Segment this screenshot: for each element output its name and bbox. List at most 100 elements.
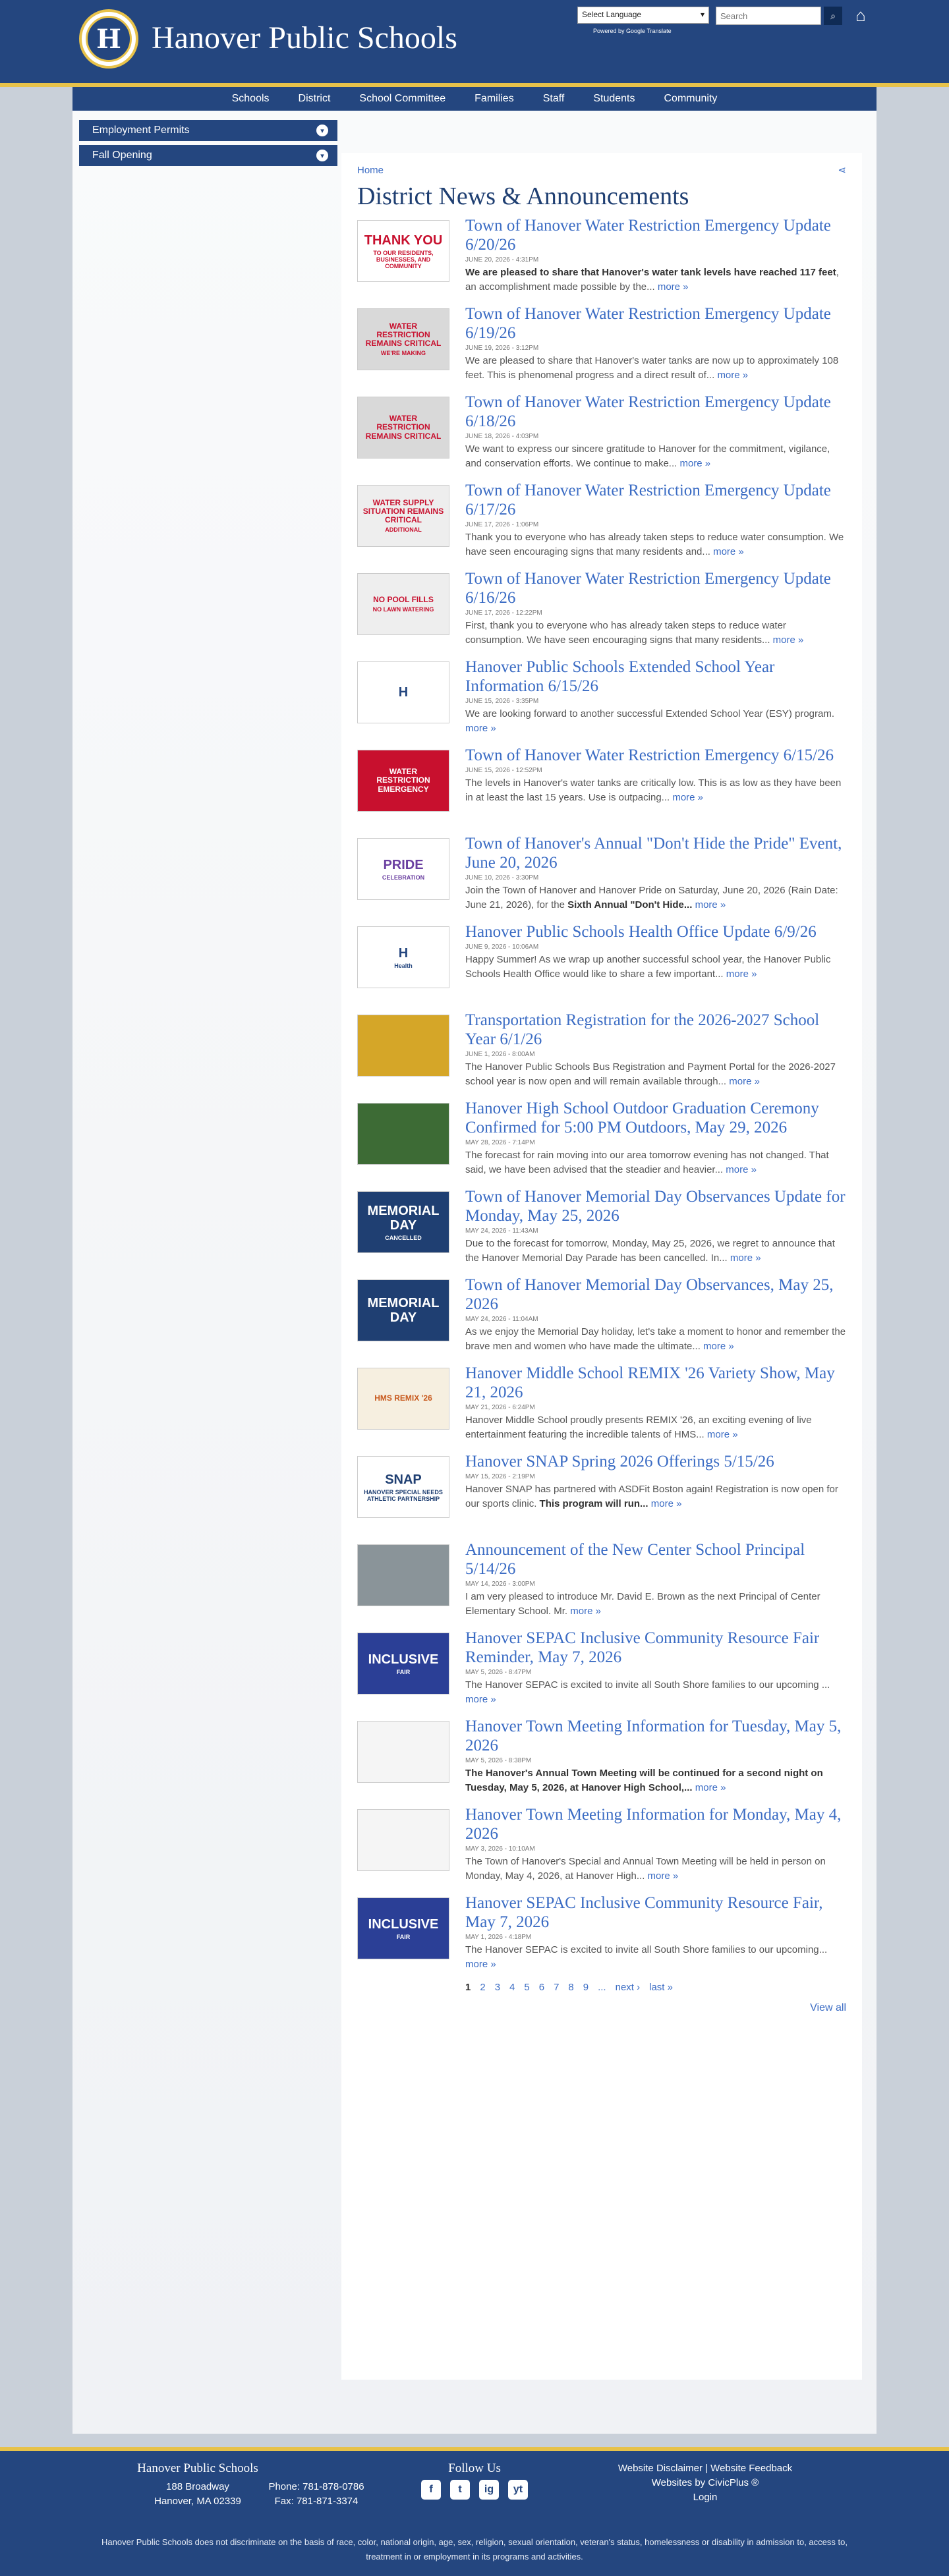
more-link[interactable]: more » bbox=[726, 968, 757, 980]
footer-disclaimer-link[interactable]: Website Disclaimer | Website Feedback bbox=[593, 2461, 817, 2476]
news-thumbnail[interactable] bbox=[357, 1015, 449, 1077]
twitter-icon[interactable]: t bbox=[450, 2480, 470, 2500]
news-thumbnail[interactable]: MEMORIAL DAY bbox=[357, 1279, 449, 1341]
news-title-link[interactable]: Hanover SEPAC Inclusive Community Resour… bbox=[465, 1893, 846, 1932]
page-link[interactable]: 5 bbox=[524, 1982, 529, 1993]
news-summary: I am very pleased to introduce Mr. David… bbox=[465, 1591, 820, 1617]
page-link[interactable]: 4 bbox=[509, 1982, 515, 1993]
more-link[interactable]: more » bbox=[465, 723, 496, 734]
news-title-link[interactable]: Town of Hanover Water Restriction Emerge… bbox=[465, 569, 846, 607]
news-thumbnail[interactable]: WATER SUPPLY SITUATION REMAINS CRITICAL A… bbox=[357, 485, 449, 547]
footer-login-link[interactable]: Login bbox=[593, 2490, 817, 2505]
nav-staff[interactable]: Staff bbox=[529, 93, 579, 105]
more-link[interactable]: more » bbox=[726, 1164, 757, 1175]
nav-district[interactable]: District bbox=[284, 93, 345, 105]
page-link[interactable]: 9 bbox=[583, 1982, 589, 1993]
more-link[interactable]: more » bbox=[729, 1076, 760, 1087]
page-link[interactable]: 8 bbox=[568, 1982, 573, 1993]
news-title-link[interactable]: Town of Hanover Water Restriction Emerge… bbox=[465, 746, 846, 765]
chevron-down-icon[interactable]: ▾ bbox=[316, 150, 328, 161]
news-title-link[interactable]: Hanover SNAP Spring 2026 Offerings 5/15/… bbox=[465, 1452, 846, 1471]
news-title-link[interactable]: Town of Hanover Memorial Day Observances… bbox=[465, 1187, 846, 1225]
more-link[interactable]: more » bbox=[465, 1959, 496, 1970]
news-thumbnail[interactable]: PRIDE CELEBRATION bbox=[357, 838, 449, 900]
page-link[interactable]: 7 bbox=[554, 1982, 559, 1993]
news-thumbnail[interactable]: INCLUSIVE FAIR bbox=[357, 1633, 449, 1694]
news-thumbnail[interactable]: NO POOL FILLS NO LAWN WATERING bbox=[357, 573, 449, 635]
news-thumbnail[interactable] bbox=[357, 1809, 449, 1871]
more-link[interactable]: more » bbox=[703, 1341, 734, 1352]
news-title-link[interactable]: Hanover Public Schools Health Office Upd… bbox=[465, 922, 846, 941]
news-title-link[interactable]: Hanover Town Meeting Information for Mon… bbox=[465, 1805, 846, 1843]
more-link[interactable]: more » bbox=[465, 1694, 496, 1705]
breadcrumb-home[interactable]: Home bbox=[357, 165, 384, 176]
more-link[interactable]: more » bbox=[730, 1252, 761, 1264]
news-thumbnail[interactable]: HMS REMIX '26 bbox=[357, 1368, 449, 1430]
more-link[interactable]: more » bbox=[679, 458, 710, 469]
news-thumbnail[interactable]: WATER RESTRICTION REMAINS CRITICAL bbox=[357, 397, 449, 459]
nav-students[interactable]: Students bbox=[579, 93, 649, 105]
news-thumbnail[interactable] bbox=[357, 1103, 449, 1165]
nav-families[interactable]: Families bbox=[460, 93, 529, 105]
page-link[interactable]: 3 bbox=[495, 1982, 500, 1993]
more-link[interactable]: more » bbox=[648, 1870, 679, 1882]
news-thumbnail[interactable]: H bbox=[357, 661, 449, 723]
news-thumbnail[interactable] bbox=[357, 1721, 449, 1783]
page-link[interactable]: 6 bbox=[539, 1982, 544, 1993]
view-all-link[interactable]: View all bbox=[357, 2002, 846, 2014]
more-link[interactable]: more » bbox=[695, 1782, 726, 1793]
news-title-link[interactable]: Announcement of the New Center School Pr… bbox=[465, 1540, 846, 1579]
news-title-link[interactable]: Town of Hanover Water Restriction Emerge… bbox=[465, 304, 846, 343]
news-thumbnail[interactable]: SNAP HANOVER SPECIAL NEEDS ATHLETIC PARTN… bbox=[357, 1456, 449, 1518]
news-thumbnail[interactable]: WATER RESTRICTION EMERGENCY bbox=[357, 750, 449, 812]
more-link[interactable]: more » bbox=[707, 1429, 738, 1440]
footer-civicplus-link[interactable]: Websites by CivicPlus ® bbox=[593, 2476, 817, 2490]
news-title-link[interactable]: Hanover High School Outdoor Graduation C… bbox=[465, 1099, 846, 1137]
more-link[interactable]: more » bbox=[672, 792, 703, 803]
facebook-icon[interactable]: f bbox=[421, 2480, 441, 2500]
sidebar-item-employment-permits[interactable]: Employment Permits ▾ bbox=[79, 120, 337, 141]
next-page-link[interactable]: next › bbox=[616, 1982, 641, 1993]
news-thumbnail[interactable] bbox=[357, 1544, 449, 1606]
site-title[interactable]: Hanover Public Schools bbox=[152, 20, 457, 56]
search-input[interactable] bbox=[716, 7, 821, 25]
more-link[interactable]: more » bbox=[717, 370, 748, 381]
sidebar-item-fall-opening[interactable]: Fall Opening ▾ bbox=[79, 145, 337, 166]
nav-community[interactable]: Community bbox=[649, 93, 732, 105]
district-logo[interactable]: H bbox=[79, 9, 138, 69]
more-link[interactable]: more » bbox=[713, 546, 744, 557]
news-title-link[interactable]: Hanover Public Schools Extended School Y… bbox=[465, 658, 846, 696]
language-select[interactable]: Select Language ▾ bbox=[577, 7, 709, 24]
more-link[interactable]: more » bbox=[658, 281, 689, 293]
news-title-link[interactable]: Hanover SEPAC Inclusive Community Resour… bbox=[465, 1629, 846, 1667]
chevron-down-icon[interactable]: ▾ bbox=[316, 125, 328, 136]
news-thumbnail[interactable]: H Health bbox=[357, 926, 449, 988]
news-thumbnail[interactable]: MEMORIAL DAY CANCELLED bbox=[357, 1191, 449, 1253]
last-page-link[interactable]: last » bbox=[649, 1982, 673, 1993]
news-thumbnail[interactable]: INCLUSIVE FAIR bbox=[357, 1897, 449, 1959]
more-link[interactable]: more » bbox=[695, 899, 726, 910]
nav-school-committee[interactable]: School Committee bbox=[345, 93, 460, 105]
news-title-link[interactable]: Town of Hanover Water Restriction Emerge… bbox=[465, 216, 846, 254]
news-title-link[interactable]: Town of Hanover Water Restriction Emerge… bbox=[465, 481, 846, 519]
nav-schools[interactable]: Schools bbox=[217, 93, 284, 105]
more-link[interactable]: more » bbox=[773, 634, 804, 646]
news-title-link[interactable]: Hanover Town Meeting Information for Tue… bbox=[465, 1717, 846, 1755]
page-link-current[interactable]: 1 bbox=[465, 1982, 471, 1993]
search-icon[interactable]: ⌕ bbox=[824, 7, 842, 25]
news-title-link[interactable]: Town of Hanover Water Restriction Emerge… bbox=[465, 393, 846, 431]
home-icon[interactable]: ⌂ bbox=[850, 5, 871, 25]
youtube-icon[interactable]: yt bbox=[508, 2480, 528, 2500]
page-link[interactable]: 2 bbox=[480, 1982, 485, 1993]
news-title-link[interactable]: Town of Hanover's Annual "Don't Hide the… bbox=[465, 834, 846, 872]
share-icon[interactable]: ⋖ bbox=[838, 164, 846, 176]
more-link[interactable]: more » bbox=[570, 1606, 601, 1617]
news-title-link[interactable]: Transportation Registration for the 2026… bbox=[465, 1011, 846, 1049]
more-link[interactable]: more » bbox=[651, 1498, 682, 1509]
news-thumbnail[interactable]: THANK YOU TO OUR RESIDENTS, BUSINESSES, A… bbox=[357, 220, 449, 282]
news-thumbnail[interactable]: WATER RESTRICTION REMAINS CRITICAL WE'RE … bbox=[357, 308, 449, 370]
instagram-icon[interactable]: ig bbox=[479, 2480, 499, 2500]
powered-by-translate[interactable]: Powered by Google Translate bbox=[593, 28, 672, 34]
news-title-link[interactable]: Town of Hanover Memorial Day Observances… bbox=[465, 1275, 846, 1314]
news-title-link[interactable]: Hanover Middle School REMIX '26 Variety … bbox=[465, 1364, 846, 1402]
